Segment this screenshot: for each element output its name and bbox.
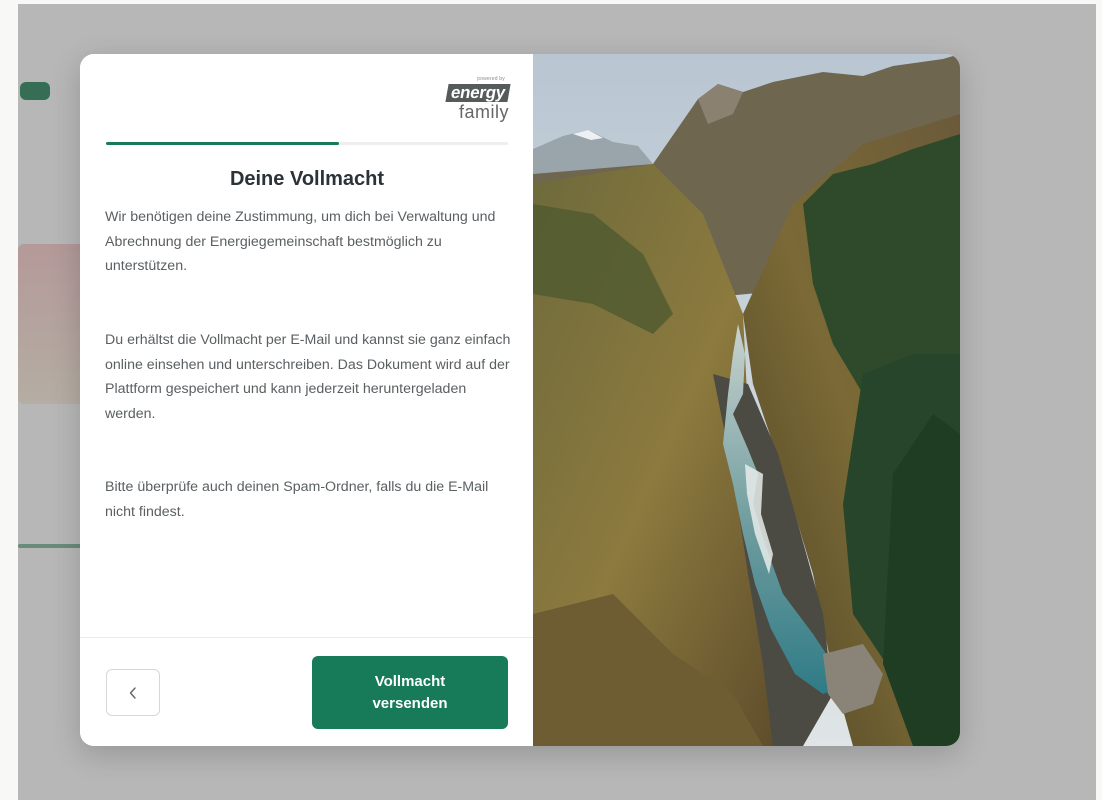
back-button[interactable] xyxy=(106,669,160,716)
dialog-title: Deine Vollmacht xyxy=(229,168,385,190)
logo-word-energy: energy xyxy=(445,83,511,102)
dialog-paragraph-email: Du erhältst die Vollmacht per E-Mail und… xyxy=(105,332,511,422)
dialog-paragraph-consent: Wir benötigen deine Zustimmung, um dich … xyxy=(105,209,496,274)
mountain-stream-photo xyxy=(533,54,960,746)
energy-family-logo: powered by energy family xyxy=(419,76,511,126)
logo-word-family: family xyxy=(458,102,509,122)
send-vollmacht-button-label: Vollmacht versenden xyxy=(372,672,448,712)
progress-bar xyxy=(106,142,508,145)
dialog-content-panel: powered by energy family Deine Vollmacht… xyxy=(80,54,533,746)
send-vollmacht-button[interactable]: Vollmacht versenden xyxy=(312,656,508,729)
footer-divider xyxy=(80,637,533,638)
vollmacht-dialog: powered by energy family Deine Vollmacht… xyxy=(80,54,960,746)
landscape-illustration xyxy=(533,54,960,746)
chevron-left-icon xyxy=(129,686,136,699)
progress-bar-fill xyxy=(106,142,340,145)
logo-powered-by: powered by xyxy=(477,76,505,82)
dialog-paragraph-spam: Bitte überprüfe auch deinen Spam-Ordner,… xyxy=(105,479,489,520)
